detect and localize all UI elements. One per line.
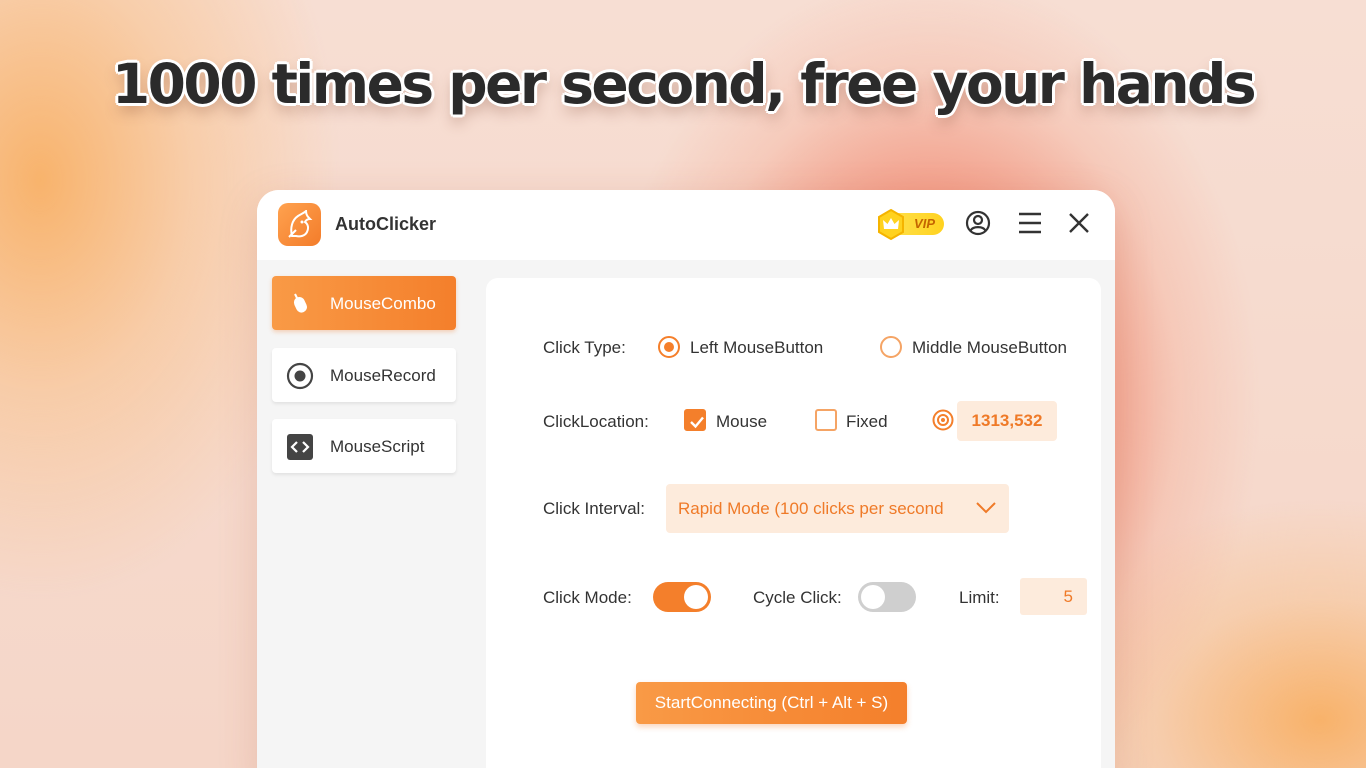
code-icon bbox=[287, 434, 313, 460]
limit-input[interactable]: 5 bbox=[1020, 578, 1087, 615]
user-account-icon[interactable] bbox=[964, 209, 992, 237]
mouse-icon bbox=[293, 293, 308, 313]
toggle-knob bbox=[861, 585, 885, 609]
coordinates-field[interactable]: 1313,532 bbox=[957, 401, 1057, 441]
mouse-location-label[interactable]: Mouse bbox=[716, 412, 767, 432]
close-icon[interactable] bbox=[1065, 209, 1093, 237]
sidebar-item-label: MouseRecord bbox=[330, 366, 436, 385]
vip-badge[interactable]: VIP bbox=[874, 208, 944, 241]
middle-mousebutton-label[interactable]: Middle MouseButton bbox=[912, 338, 1067, 358]
left-mousebutton-label[interactable]: Left MouseButton bbox=[690, 338, 823, 358]
target-icon[interactable] bbox=[931, 408, 955, 432]
cycle-click-label: Cycle Click: bbox=[753, 588, 842, 607]
sidebar: MouseCombo MouseRecord MouseScript bbox=[257, 260, 471, 768]
click-location-label: ClickLocation: bbox=[543, 412, 649, 431]
left-mousebutton-radio[interactable] bbox=[658, 336, 680, 358]
click-mode-toggle[interactable] bbox=[653, 582, 711, 612]
toggle-knob bbox=[684, 585, 708, 609]
middle-mousebutton-radio[interactable] bbox=[880, 336, 902, 358]
click-interval-value: Rapid Mode (100 clicks per second bbox=[678, 499, 944, 518]
record-icon bbox=[286, 362, 314, 390]
click-interval-label: Click Interval: bbox=[543, 499, 646, 518]
checkmark-icon bbox=[690, 416, 704, 429]
fixed-location-checkbox[interactable] bbox=[815, 409, 837, 431]
start-connecting-button[interactable]: StartConnecting (Ctrl + Alt + S) bbox=[636, 682, 907, 724]
sidebar-item-mousecombo[interactable]: MouseCombo bbox=[272, 276, 456, 330]
app-title: AutoClicker bbox=[335, 214, 437, 234]
menu-icon[interactable] bbox=[1016, 209, 1044, 237]
app-window: AutoClicker VIP MouseCombo MouseRecord M… bbox=[257, 190, 1115, 768]
promo-headline: 1000 times per second, free your hands bbox=[111, 52, 1257, 116]
sidebar-item-mouserecord[interactable]: MouseRecord bbox=[272, 348, 456, 402]
limit-label: Limit: bbox=[959, 588, 1000, 607]
click-interval-select[interactable]: Rapid Mode (100 clicks per second bbox=[666, 484, 1009, 533]
chevron-down-icon bbox=[976, 502, 996, 514]
title-bar: AutoClicker VIP bbox=[257, 190, 1115, 260]
sidebar-item-label: MouseCombo bbox=[330, 294, 436, 313]
click-type-label: Click Type: bbox=[543, 338, 626, 357]
sidebar-item-mousescript[interactable]: MouseScript bbox=[272, 419, 456, 473]
sidebar-item-label: MouseScript bbox=[330, 437, 425, 456]
mouse-location-checkbox[interactable] bbox=[684, 409, 706, 431]
app-logo-icon bbox=[278, 203, 321, 246]
click-mode-label: Click Mode: bbox=[543, 588, 632, 607]
crown-icon bbox=[878, 208, 904, 241]
cycle-click-toggle[interactable] bbox=[858, 582, 916, 612]
fixed-location-label[interactable]: Fixed bbox=[846, 412, 888, 432]
